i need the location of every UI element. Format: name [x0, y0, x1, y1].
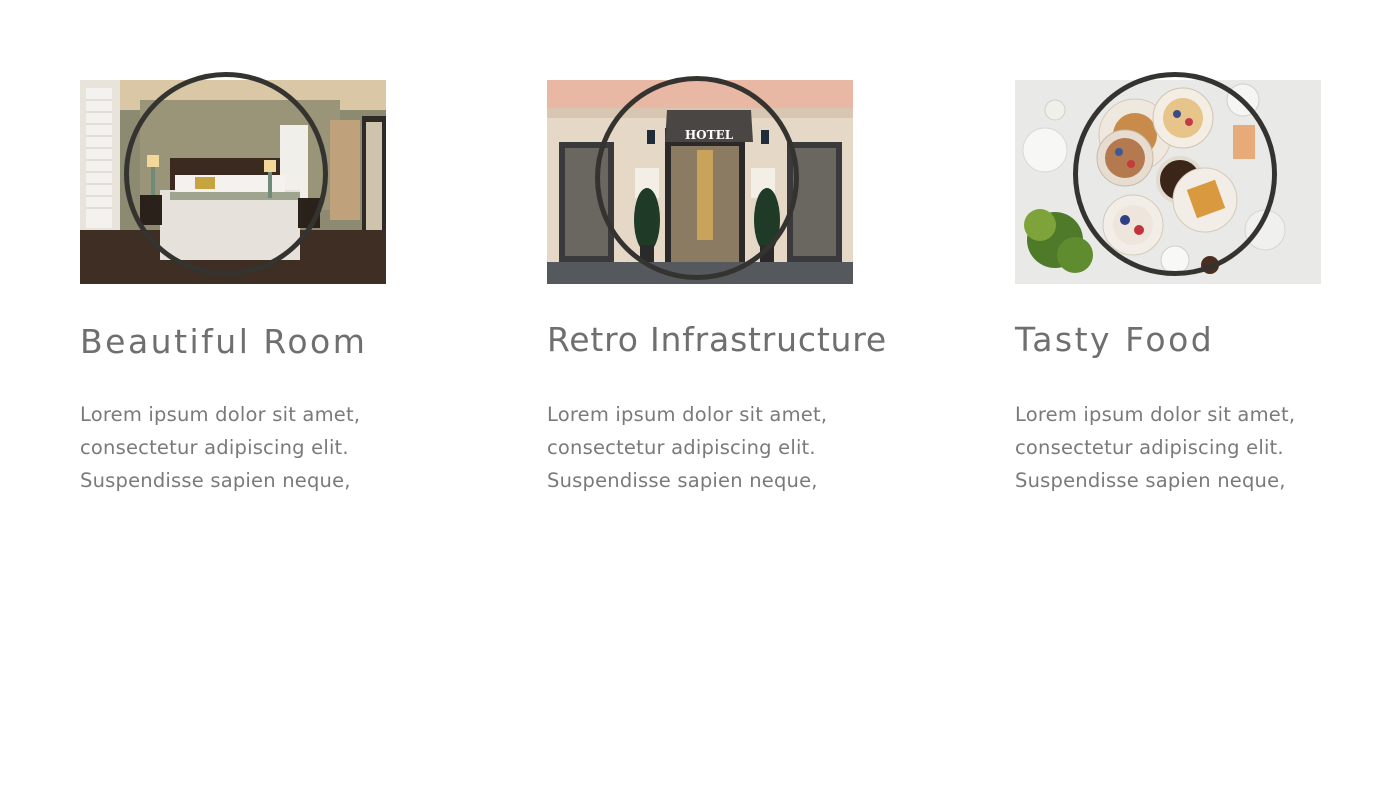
description-line: consectetur adipiscing elit.	[1015, 436, 1284, 459]
card-media	[80, 72, 386, 284]
card-title: Beautiful Room	[80, 322, 368, 361]
description-line: Suspendisse sapien neque,	[547, 469, 818, 492]
card-description: Lorem ipsum dolor sit amet, consectetur …	[547, 398, 877, 497]
description-line: consectetur adipiscing elit.	[547, 436, 816, 459]
description-line: Lorem ipsum dolor sit amet,	[1015, 403, 1296, 426]
feature-card-room: Beautiful Room Lorem ipsum dolor sit ame…	[80, 72, 386, 497]
feature-card-food: Tasty Food Lorem ipsum dolor sit amet, c…	[1015, 72, 1321, 497]
description-line: Suspendisse sapien neque,	[1015, 469, 1286, 492]
decorative-ring	[595, 76, 799, 280]
decorative-ring	[1073, 72, 1277, 276]
decorative-ring	[124, 72, 328, 276]
card-description: Lorem ipsum dolor sit amet, consectetur …	[80, 398, 410, 497]
card-title: Tasty Food	[1015, 320, 1215, 359]
feature-card-infrastructure: HOTEL Retro Infrastructure Lorem ipsum d…	[547, 76, 888, 497]
description-line: consectetur adipiscing elit.	[80, 436, 349, 459]
card-title: Retro Infrastructure	[547, 320, 888, 359]
card-media	[1015, 72, 1321, 284]
card-media: HOTEL	[547, 76, 853, 284]
description-line: Lorem ipsum dolor sit amet,	[547, 403, 828, 426]
description-line: Suspendisse sapien neque,	[80, 469, 351, 492]
card-description: Lorem ipsum dolor sit amet, consectetur …	[1015, 398, 1345, 497]
description-line: Lorem ipsum dolor sit amet,	[80, 403, 361, 426]
